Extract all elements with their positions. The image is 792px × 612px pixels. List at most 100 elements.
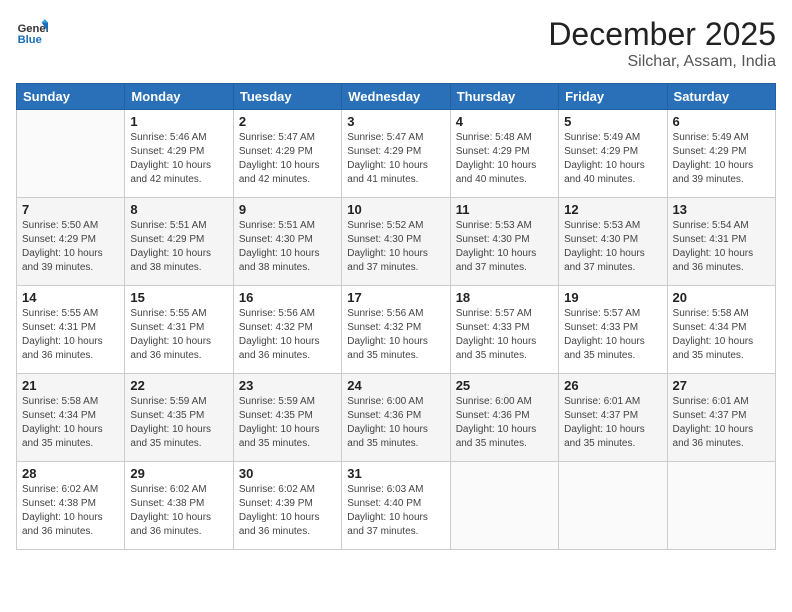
day-info: Sunrise: 5:51 AM Sunset: 4:29 PM Dayligh… (130, 219, 227, 275)
day-info: Sunrise: 6:00 AM Sunset: 4:36 PM Dayligh… (456, 395, 553, 451)
weekday-header-tuesday: Tuesday (233, 84, 341, 110)
day-number: 12 (564, 202, 661, 217)
day-number: 23 (239, 378, 336, 393)
day-number: 14 (22, 290, 119, 305)
svg-text:Blue: Blue (18, 34, 42, 46)
weekday-header-row: SundayMondayTuesdayWednesdayThursdayFrid… (17, 84, 776, 110)
day-number: 11 (456, 202, 553, 217)
day-info: Sunrise: 6:00 AM Sunset: 4:36 PM Dayligh… (347, 395, 444, 451)
day-number: 25 (456, 378, 553, 393)
day-info: Sunrise: 5:56 AM Sunset: 4:32 PM Dayligh… (239, 307, 336, 363)
day-number: 2 (239, 114, 336, 129)
calendar-cell: 2 Sunrise: 5:47 AM Sunset: 4:29 PM Daylig… (233, 110, 341, 198)
weekday-header-sunday: Sunday (17, 84, 125, 110)
day-number: 15 (130, 290, 227, 305)
calendar-cell: 14 Sunrise: 5:55 AM Sunset: 4:31 PM Dayli… (17, 286, 125, 374)
day-info: Sunrise: 5:53 AM Sunset: 4:30 PM Dayligh… (456, 219, 553, 275)
day-info: Sunrise: 6:01 AM Sunset: 4:37 PM Dayligh… (564, 395, 661, 451)
day-info: Sunrise: 6:02 AM Sunset: 4:38 PM Dayligh… (130, 483, 227, 539)
calendar-cell (559, 462, 667, 550)
calendar-cell: 21Sunrise: 5:58 AM Sunset: 4:34 PM Dayli… (17, 374, 125, 462)
calendar-cell (667, 462, 775, 550)
calendar-cell: 6 Sunrise: 5:49 AM Sunset: 4:29 PM Daylig… (667, 110, 775, 198)
calendar-cell: 7 Sunrise: 5:50 AM Sunset: 4:29 PM Daylig… (17, 198, 125, 286)
day-number: 4 (456, 114, 553, 129)
day-number: 17 (347, 290, 444, 305)
day-info: Sunrise: 6:02 AM Sunset: 4:38 PM Dayligh… (22, 483, 119, 539)
calendar-cell: 13 Sunrise: 5:54 AM Sunset: 4:31 PM Dayli… (667, 198, 775, 286)
calendar-week-row: 1 Sunrise: 5:46 AM Sunset: 4:29 PM Daylig… (17, 110, 776, 198)
day-number: 20 (673, 290, 770, 305)
logo-icon: General Blue (16, 16, 48, 48)
day-number: 18 (456, 290, 553, 305)
calendar-cell: 29 Sunrise: 6:02 AM Sunset: 4:38 PM Dayli… (125, 462, 233, 550)
day-info: Sunrise: 5:59 AM Sunset: 4:35 PM Dayligh… (239, 395, 336, 451)
day-info: Sunrise: 5:47 AM Sunset: 4:29 PM Dayligh… (239, 131, 336, 187)
day-number: 1 (130, 114, 227, 129)
calendar-cell: 19Sunrise: 5:57 AM Sunset: 4:33 PM Dayli… (559, 286, 667, 374)
calendar-cell: 16 Sunrise: 5:56 AM Sunset: 4:32 PM Dayli… (233, 286, 341, 374)
day-info: Sunrise: 5:59 AM Sunset: 4:35 PM Dayligh… (130, 395, 227, 451)
day-number: 24 (347, 378, 444, 393)
calendar-cell: 12 Sunrise: 5:53 AM Sunset: 4:30 PM Dayli… (559, 198, 667, 286)
day-number: 7 (22, 202, 119, 217)
location-subtitle: Silchar, Assam, India (548, 53, 776, 71)
weekday-header-monday: Monday (125, 84, 233, 110)
day-number: 27 (673, 378, 770, 393)
calendar-week-row: 7 Sunrise: 5:50 AM Sunset: 4:29 PM Daylig… (17, 198, 776, 286)
calendar-cell: 20 Sunrise: 5:58 AM Sunset: 4:34 PM Dayli… (667, 286, 775, 374)
day-number: 9 (239, 202, 336, 217)
calendar-week-row: 21Sunrise: 5:58 AM Sunset: 4:34 PM Dayli… (17, 374, 776, 462)
calendar-cell: 17Sunrise: 5:56 AM Sunset: 4:32 PM Dayli… (342, 286, 450, 374)
calendar-cell: 24 Sunrise: 6:00 AM Sunset: 4:36 PM Dayli… (342, 374, 450, 462)
calendar-cell: 26Sunrise: 6:01 AM Sunset: 4:37 PM Dayli… (559, 374, 667, 462)
day-info: Sunrise: 5:51 AM Sunset: 4:30 PM Dayligh… (239, 219, 336, 275)
day-info: Sunrise: 5:49 AM Sunset: 4:29 PM Dayligh… (673, 131, 770, 187)
day-number: 6 (673, 114, 770, 129)
calendar-cell: 25 Sunrise: 6:00 AM Sunset: 4:36 PM Dayli… (450, 374, 558, 462)
page-header: General Blue December 2025 Silchar, Assa… (16, 16, 776, 71)
calendar-cell: 23 Sunrise: 5:59 AM Sunset: 4:35 PM Dayli… (233, 374, 341, 462)
day-number: 3 (347, 114, 444, 129)
day-number: 8 (130, 202, 227, 217)
day-number: 13 (673, 202, 770, 217)
day-info: Sunrise: 5:48 AM Sunset: 4:29 PM Dayligh… (456, 131, 553, 187)
day-number: 19 (564, 290, 661, 305)
day-info: Sunrise: 6:03 AM Sunset: 4:40 PM Dayligh… (347, 483, 444, 539)
calendar-week-row: 28Sunrise: 6:02 AM Sunset: 4:38 PM Dayli… (17, 462, 776, 550)
logo: General Blue (16, 16, 48, 48)
day-number: 31 (347, 466, 444, 481)
day-number: 16 (239, 290, 336, 305)
calendar-cell: 4 Sunrise: 5:48 AM Sunset: 4:29 PM Daylig… (450, 110, 558, 198)
title-section: December 2025 Silchar, Assam, India (548, 16, 776, 71)
calendar-cell: 15 Sunrise: 5:55 AM Sunset: 4:31 PM Dayli… (125, 286, 233, 374)
calendar-week-row: 14 Sunrise: 5:55 AM Sunset: 4:31 PM Dayli… (17, 286, 776, 374)
day-info: Sunrise: 5:47 AM Sunset: 4:29 PM Dayligh… (347, 131, 444, 187)
calendar-cell: 28Sunrise: 6:02 AM Sunset: 4:38 PM Dayli… (17, 462, 125, 550)
day-info: Sunrise: 5:58 AM Sunset: 4:34 PM Dayligh… (673, 307, 770, 363)
calendar-cell (450, 462, 558, 550)
day-info: Sunrise: 5:55 AM Sunset: 4:31 PM Dayligh… (130, 307, 227, 363)
calendar-cell: 8 Sunrise: 5:51 AM Sunset: 4:29 PM Daylig… (125, 198, 233, 286)
weekday-header-thursday: Thursday (450, 84, 558, 110)
day-number: 30 (239, 466, 336, 481)
day-number: 22 (130, 378, 227, 393)
day-info: Sunrise: 5:57 AM Sunset: 4:33 PM Dayligh… (456, 307, 553, 363)
weekday-header-saturday: Saturday (667, 84, 775, 110)
day-info: Sunrise: 5:54 AM Sunset: 4:31 PM Dayligh… (673, 219, 770, 275)
day-number: 29 (130, 466, 227, 481)
calendar-cell: 27Sunrise: 6:01 AM Sunset: 4:37 PM Dayli… (667, 374, 775, 462)
calendar-cell: 30Sunrise: 6:02 AM Sunset: 4:39 PM Dayli… (233, 462, 341, 550)
day-info: Sunrise: 5:53 AM Sunset: 4:30 PM Dayligh… (564, 219, 661, 275)
day-info: Sunrise: 5:50 AM Sunset: 4:29 PM Dayligh… (22, 219, 119, 275)
calendar-cell: 9 Sunrise: 5:51 AM Sunset: 4:30 PM Daylig… (233, 198, 341, 286)
calendar-cell: 18 Sunrise: 5:57 AM Sunset: 4:33 PM Dayli… (450, 286, 558, 374)
day-info: Sunrise: 5:46 AM Sunset: 4:29 PM Dayligh… (130, 131, 227, 187)
day-info: Sunrise: 5:55 AM Sunset: 4:31 PM Dayligh… (22, 307, 119, 363)
day-number: 5 (564, 114, 661, 129)
calendar-table: SundayMondayTuesdayWednesdayThursdayFrid… (16, 83, 776, 550)
calendar-cell: 5Sunrise: 5:49 AM Sunset: 4:29 PM Daylig… (559, 110, 667, 198)
calendar-cell: 10Sunrise: 5:52 AM Sunset: 4:30 PM Dayli… (342, 198, 450, 286)
calendar-cell: 3 Sunrise: 5:47 AM Sunset: 4:29 PM Daylig… (342, 110, 450, 198)
day-info: Sunrise: 5:58 AM Sunset: 4:34 PM Dayligh… (22, 395, 119, 451)
